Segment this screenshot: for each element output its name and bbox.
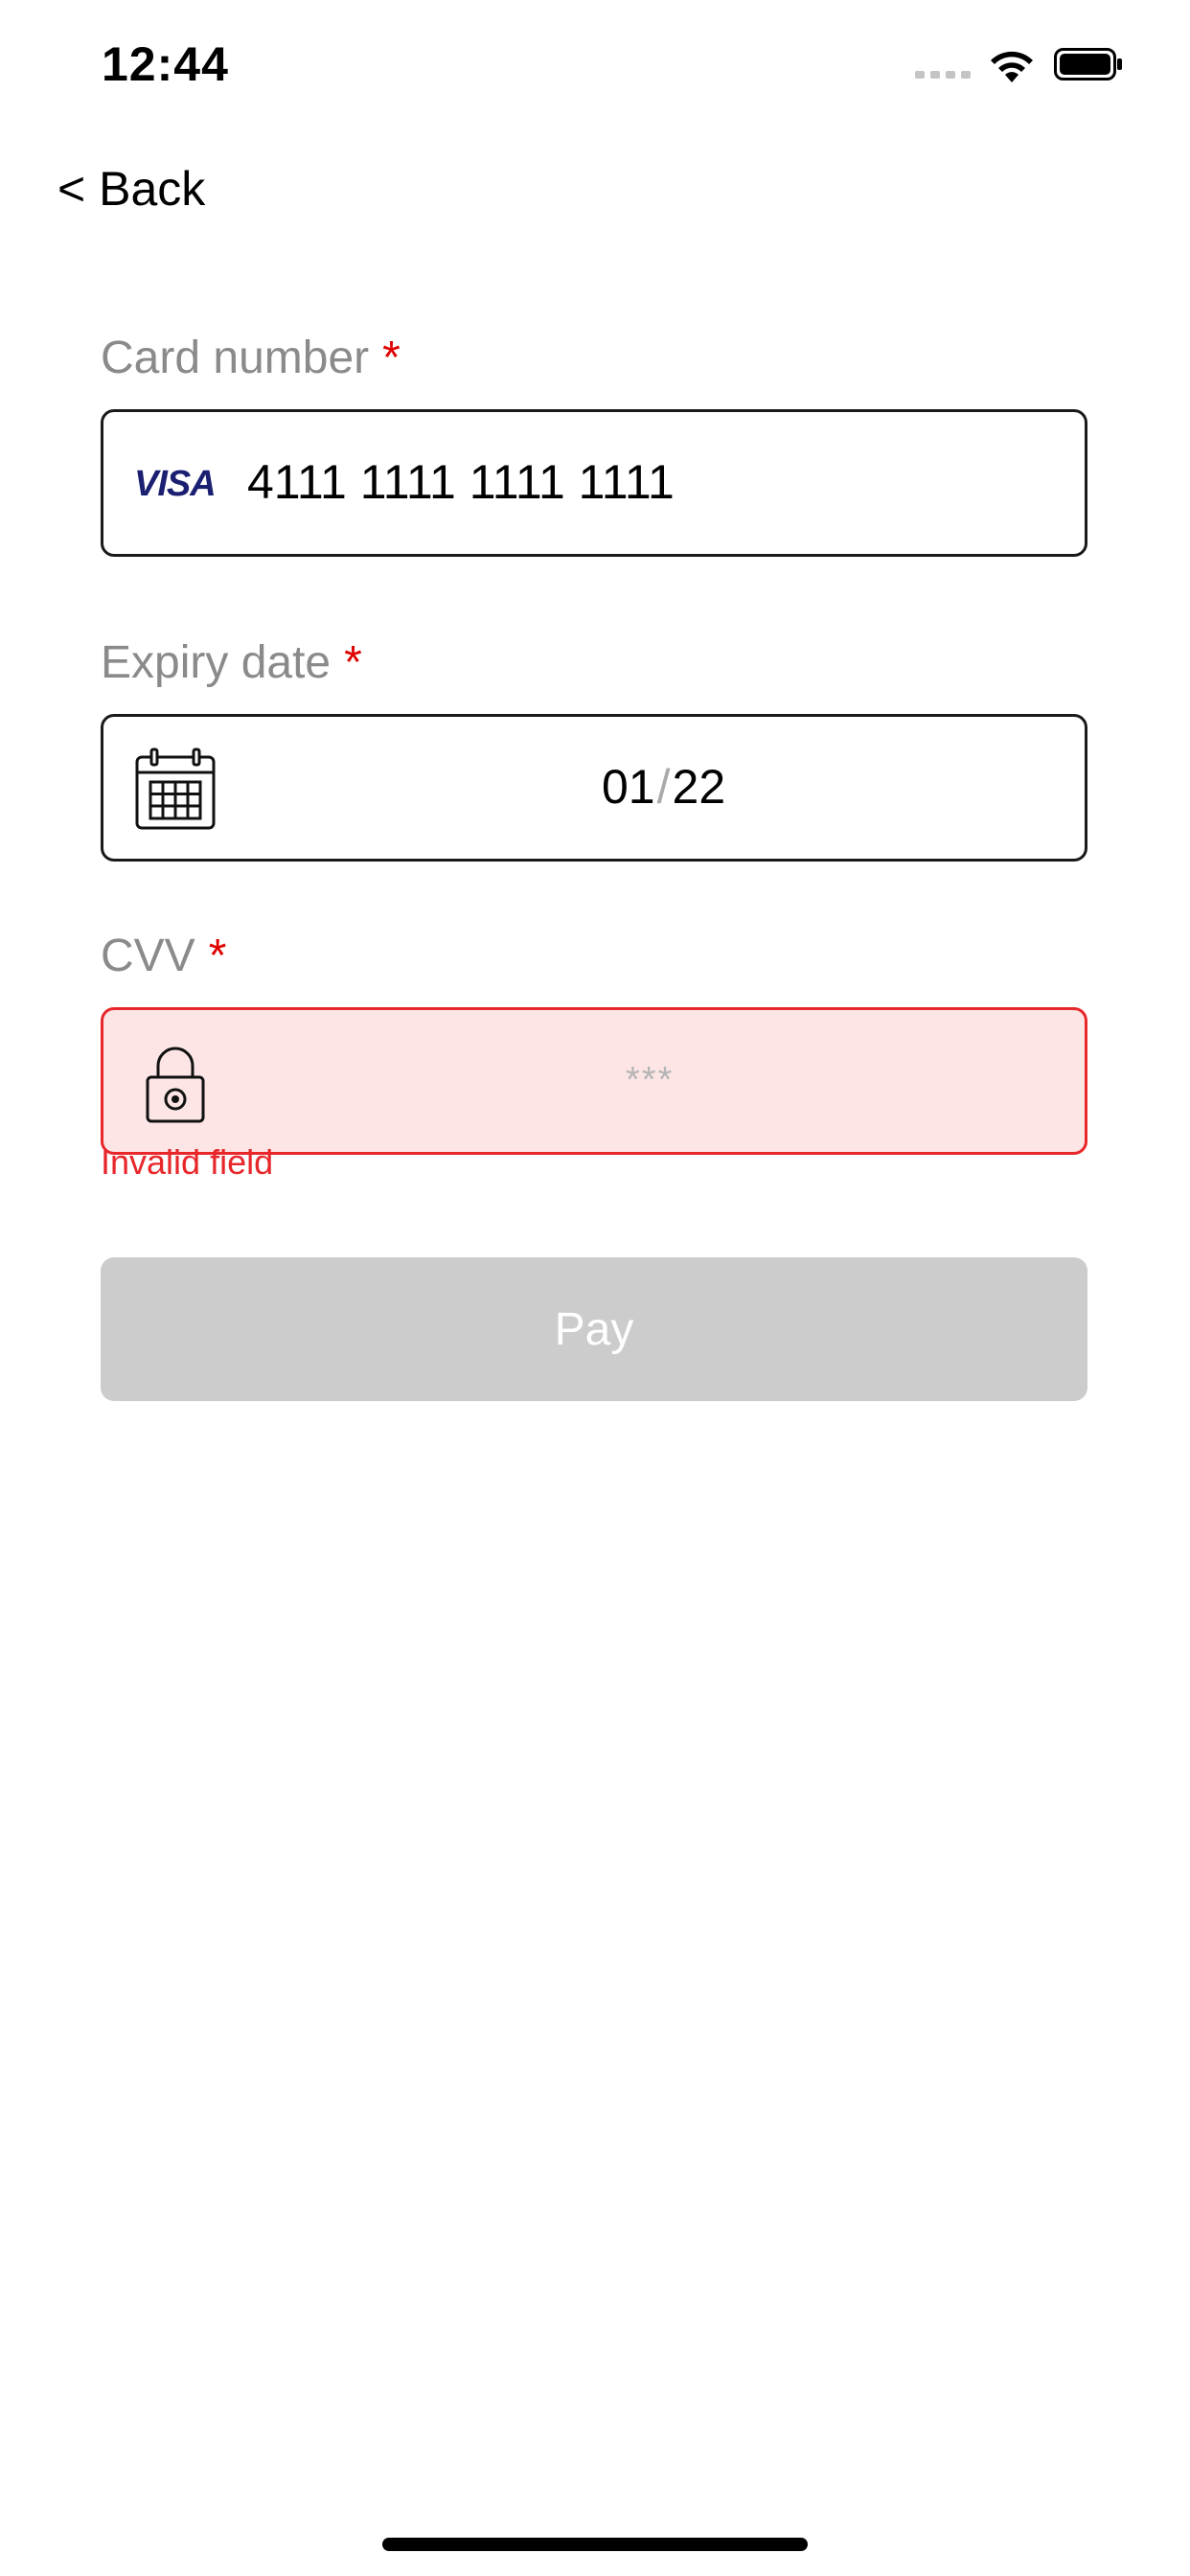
card-number-input[interactable]: 4111 1111 1111 1111: [247, 454, 675, 510]
calendar-icon: [135, 748, 216, 830]
lock-icon: [146, 1046, 205, 1123]
cvv-field[interactable]: ***: [101, 1007, 1087, 1155]
expiry-separator: /: [656, 760, 671, 814]
expiry-date-input[interactable]: 01/22: [602, 759, 725, 815]
signal-icon: [915, 71, 971, 79]
battery-icon: [1054, 48, 1122, 80]
expiry-month: 01: [602, 760, 655, 814]
expiry-date-label-text: Expiry date: [101, 637, 332, 688]
required-mark: *: [208, 931, 227, 981]
visa-logo: VISA: [134, 464, 217, 504]
status-time: 12:44: [102, 37, 229, 91]
pay-button[interactable]: Pay: [101, 1257, 1087, 1401]
expiry-date-field[interactable]: 01/22: [101, 714, 1087, 862]
cvv-input[interactable]: ***: [626, 1060, 674, 1101]
wifi-icon: [991, 51, 1033, 82]
card-number-label: Card number *: [101, 332, 400, 384]
expiry-date-label: Expiry date *: [101, 636, 362, 689]
expiry-year: 22: [672, 760, 726, 814]
cvv-label-text: CVV: [101, 931, 195, 981]
home-indicator: [382, 2538, 808, 2551]
status-bar: 12:44: [0, 0, 1190, 126]
back-button[interactable]: < Back: [57, 161, 205, 217]
required-mark: *: [344, 637, 362, 688]
required-mark: *: [382, 333, 400, 383]
cvv-label: CVV *: [101, 930, 226, 982]
card-number-label-text: Card number: [101, 333, 370, 383]
cvv-error-message: Invalid field: [101, 1142, 274, 1182]
card-number-field[interactable]: VISA 4111 1111 1111 1111: [101, 409, 1087, 557]
